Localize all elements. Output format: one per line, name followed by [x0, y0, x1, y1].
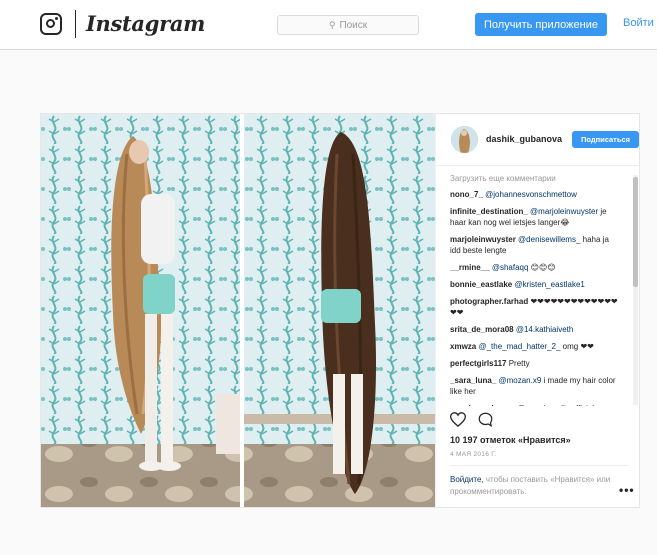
top-navigation-bar: Instagram ⚲ Поиск Получить приложение Во…: [0, 0, 657, 50]
comment-item: perfectgirls117 Pretty: [436, 358, 632, 369]
search-input[interactable]: ⚲ Поиск: [277, 15, 419, 35]
comment-item: xmwza @_the_mad_hatter_2_ omg ❤❤: [436, 341, 632, 352]
comments-list[interactable]: Загрузить еще комментарии nono_7_ @johan…: [436, 174, 641, 406]
post-card: dashik_gubanova Подписаться Загрузить ещ…: [40, 113, 641, 508]
comment-username[interactable]: srita_de_mora08: [450, 325, 514, 334]
comment-item: nono_7_ @johannesvonschmettow: [436, 189, 632, 200]
comment-text: 😊😊😊: [530, 263, 556, 272]
comment-username[interactable]: xmwza: [450, 342, 476, 351]
like-count[interactable]: 10 197 отметок «Нравится»: [450, 435, 571, 445]
post-photo[interactable]: [41, 114, 435, 507]
comment-mention-link[interactable]: @denisewillems_: [518, 235, 580, 244]
comment-bubble-icon[interactable]: [478, 412, 493, 427]
comment-item: _sara_luna_ @mozan.x9 i made my hair col…: [436, 375, 632, 397]
author-username[interactable]: dashik_gubanova: [486, 134, 562, 144]
comment-username[interactable]: marjoleinwuyster: [450, 235, 516, 244]
comment-username[interactable]: nono_7_: [450, 190, 483, 199]
heart-icon[interactable]: [450, 412, 466, 427]
comment-mention-link[interactable]: @johannesvonschmettow: [485, 190, 577, 199]
comment-mention-link[interactable]: @_the_mad_hatter_2_: [478, 342, 560, 351]
comment-username[interactable]: _sara_luna_: [450, 376, 496, 385]
search-placeholder: Поиск: [339, 19, 368, 31]
follow-button[interactable]: Подписаться: [572, 131, 639, 148]
comment-mention-link[interactable]: @shafaqq: [492, 263, 529, 272]
comment-username[interactable]: infinite_destination_: [450, 207, 528, 216]
post-date: 4 МАЯ 2016 Г.: [450, 451, 497, 458]
scrollbar-thumb[interactable]: [633, 177, 638, 287]
comment-item: annalee__dancer @premiereeliteofficial: [436, 403, 632, 406]
comment-item: infinite_destination_ @marjoleinwuyster …: [436, 206, 632, 228]
comment-username[interactable]: photographer.farhad: [450, 297, 528, 306]
comment-text: omg ❤❤: [562, 342, 594, 351]
search-icon: ⚲: [328, 19, 336, 30]
comments-scrollbar[interactable]: [633, 175, 638, 405]
login-prompt-link[interactable]: Войдите,: [450, 475, 484, 484]
comment-username[interactable]: perfectgirls117: [450, 359, 506, 368]
comment-username[interactable]: __rmine__: [450, 263, 490, 272]
comment-username[interactable]: bonnie_eastlake: [450, 280, 512, 289]
load-more-comments-link[interactable]: Загрузить еще комментарии: [436, 174, 641, 189]
instagram-glyph-icon[interactable]: [40, 13, 62, 35]
comment-mention-link[interactable]: @14.kathiaiveth: [516, 325, 574, 334]
comment-item: __rmine__ @shafaqq 😊😊😊: [436, 262, 632, 273]
comment-username[interactable]: annalee__dancer: [450, 404, 515, 406]
post-actions: [436, 410, 641, 430]
login-link[interactable]: Войти: [623, 17, 654, 29]
login-prompt: Войдите, чтобы поставить «Нравится» или …: [450, 474, 620, 498]
comment-item: bonnie_eastlake @kristen_eastlake1: [436, 279, 632, 290]
comment-text: Pretty: [508, 359, 530, 368]
comment-item: srita_de_mora08 @14.kathiaiveth: [436, 324, 632, 335]
comment-mention-link[interactable]: @mozan.x9: [499, 376, 542, 385]
get-app-button[interactable]: Получить приложение: [475, 13, 607, 36]
logo-divider: [75, 10, 76, 38]
more-options-icon[interactable]: •••: [619, 483, 635, 497]
comment-mention-link[interactable]: @marjoleinwuyster: [530, 207, 598, 216]
avatar[interactable]: [451, 126, 478, 153]
comment-item: photographer.farhad ❤❤❤❤❤❤❤❤❤❤❤❤❤❤❤: [436, 296, 632, 318]
divider: [450, 465, 628, 466]
instagram-wordmark[interactable]: Instagram: [86, 11, 205, 36]
comment-mention-link[interactable]: @kristen_eastlake1: [514, 280, 584, 289]
comment-item: marjoleinwuyster @denisewillems_ haha ja…: [436, 234, 632, 256]
post-author-header: dashik_gubanova Подписаться: [436, 114, 641, 166]
comment-mention-link[interactable]: @premiereeliteofficial: [517, 404, 594, 406]
post-sidebar: dashik_gubanova Подписаться Загрузить ещ…: [435, 114, 641, 507]
